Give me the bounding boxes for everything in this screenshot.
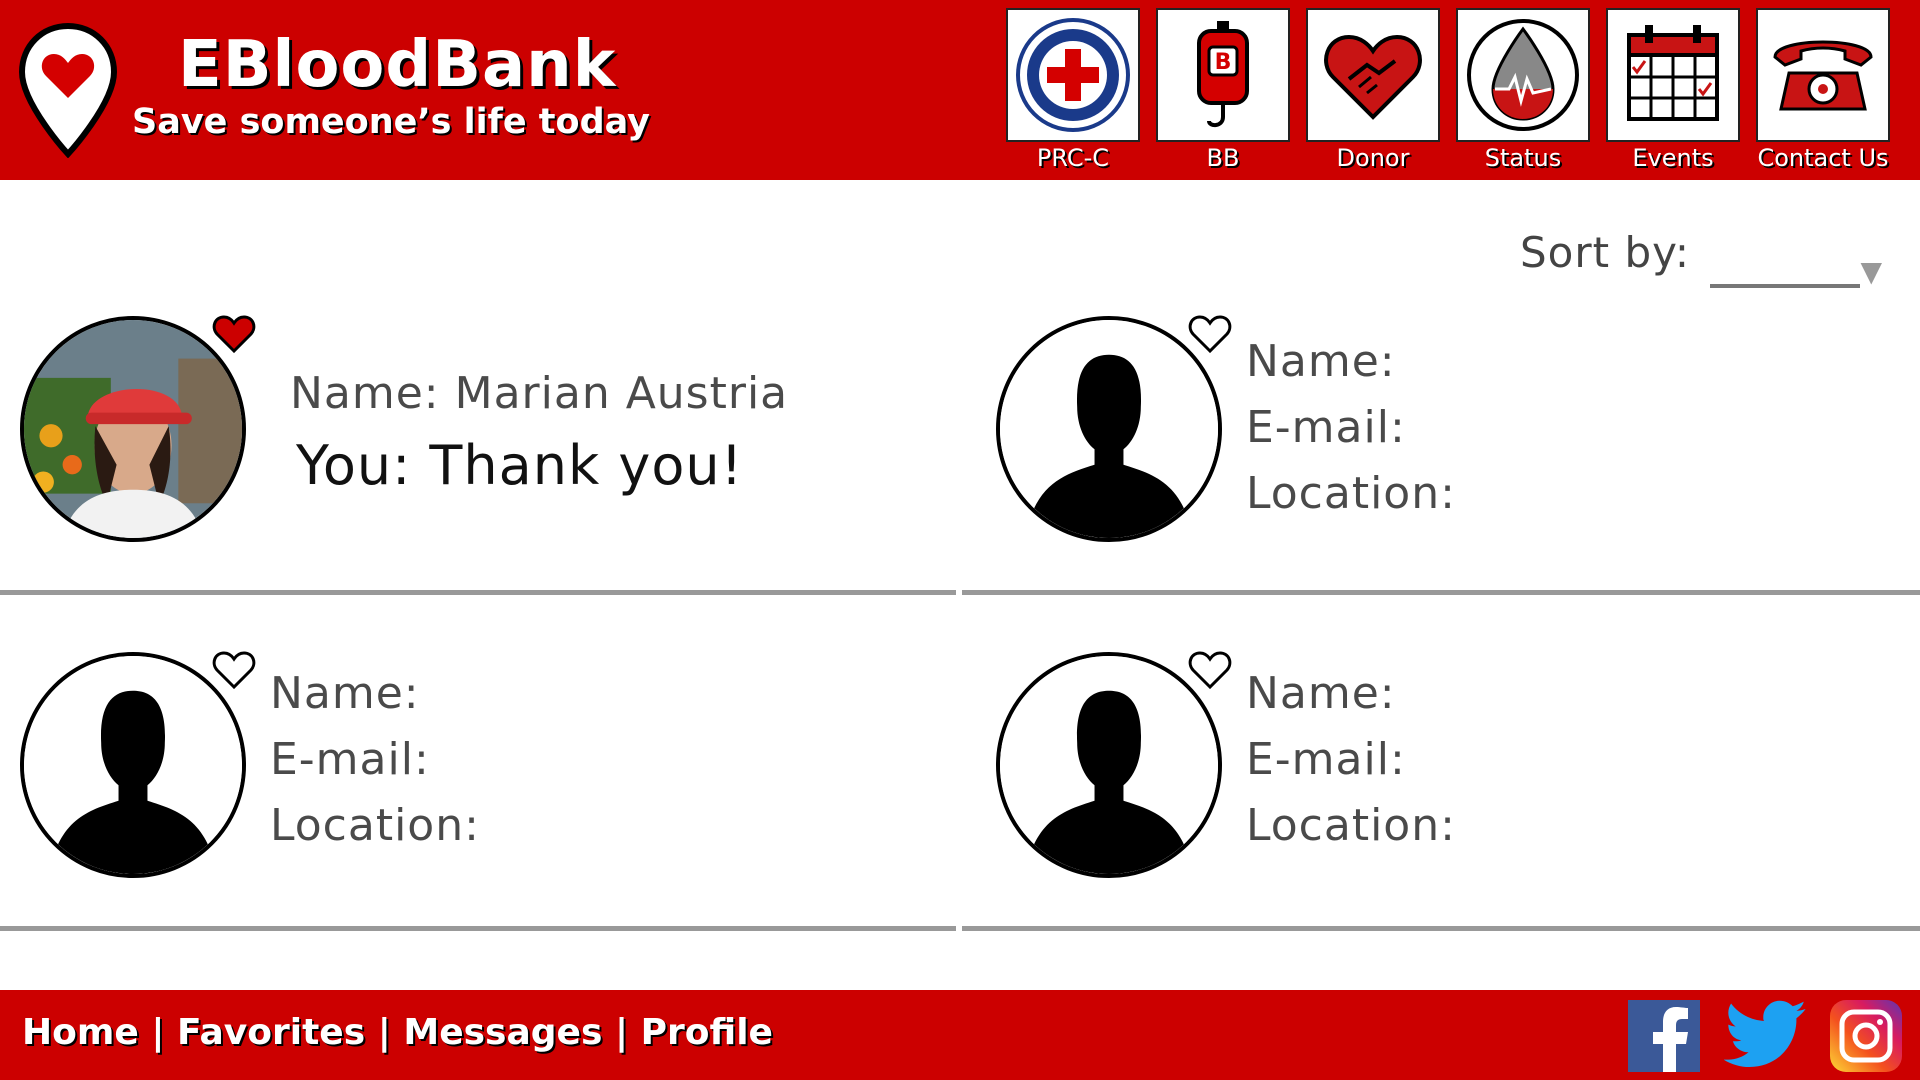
card-divider	[0, 590, 956, 595]
nav-status[interactable]: Status	[1456, 8, 1590, 178]
red-cross-icon[interactable]	[1006, 8, 1140, 142]
footer-separator: |	[377, 1012, 404, 1053]
sort-label: Sort by:	[1520, 228, 1691, 277]
app-tagline: Save someone’s life today	[132, 102, 650, 142]
chevron-down-icon[interactable]: ▼	[1860, 258, 1882, 286]
blood-drop-icon[interactable]	[1456, 8, 1590, 142]
facebook-icon[interactable]	[1628, 1000, 1700, 1072]
contact-card[interactable]: Name: E-mail: Location:	[976, 310, 1920, 646]
nav-label: PRC-C	[1036, 144, 1110, 172]
nav-contact-us[interactable]: Contact Us	[1756, 8, 1890, 178]
nav-label: Status	[1484, 144, 1562, 172]
sort-underline	[1710, 284, 1860, 288]
telephone-icon[interactable]	[1756, 8, 1890, 142]
contact-card[interactable]: Name: Marian Austria You: Thank you!	[0, 310, 956, 646]
footer-link-home[interactable]: Home	[22, 1012, 139, 1053]
footer-link-favorites[interactable]: Favorites	[177, 1012, 365, 1053]
footer-separator: |	[151, 1012, 178, 1053]
favorite-heart-outline-icon[interactable]	[1188, 314, 1232, 354]
blood-bag-icon[interactable]: B	[1156, 8, 1290, 142]
contact-location-label: Location:	[1246, 800, 1456, 851]
card-divider	[962, 926, 1920, 931]
app-title: EBloodBank	[178, 28, 617, 102]
nav-donor[interactable]: Donor	[1306, 8, 1440, 178]
favorite-heart-outline-icon[interactable]	[1188, 650, 1232, 690]
contact-location-label: Location:	[270, 800, 480, 851]
nav-label: Donor	[1336, 144, 1410, 172]
calendar-icon[interactable]	[1606, 8, 1740, 142]
nav-events[interactable]: Events	[1606, 8, 1740, 178]
contact-name-label: Name:	[270, 668, 420, 719]
card-divider	[0, 926, 956, 931]
contact-card[interactable]: Name: E-mail: Location:	[976, 646, 1920, 982]
contact-email-label: E-mail:	[1246, 734, 1406, 785]
card-divider	[962, 590, 1920, 595]
instagram-icon[interactable]	[1830, 1000, 1902, 1072]
favorite-heart-outline-icon[interactable]	[212, 650, 256, 690]
nav-prc-c[interactable]: PRC-C	[1006, 8, 1140, 178]
contact-card[interactable]: Name: E-mail: Location:	[0, 646, 956, 982]
svg-text:B: B	[1215, 50, 1232, 75]
contact-email-label: E-mail:	[270, 734, 430, 785]
footer-bar: Home | Favorites | Messages | Profile	[0, 990, 1920, 1080]
twitter-icon[interactable]	[1724, 1000, 1808, 1072]
nav-bb[interactable]: B BB	[1156, 8, 1290, 178]
favorite-heart-icon[interactable]	[212, 314, 256, 354]
contact-email-label: E-mail:	[1246, 402, 1406, 453]
location-heart-icon	[18, 22, 118, 159]
last-message: You: Thank you!	[296, 434, 744, 497]
heart-handshake-icon[interactable]	[1306, 8, 1440, 142]
contact-name-label: Name:	[1246, 336, 1396, 387]
nav-label: Events	[1632, 144, 1714, 172]
contact-location-label: Location:	[1246, 468, 1456, 519]
contact-name: Name: Marian Austria	[290, 368, 789, 419]
nav-label: BB	[1206, 144, 1240, 172]
footer-link-messages[interactable]: Messages	[403, 1012, 602, 1053]
footer-link-profile[interactable]: Profile	[641, 1012, 773, 1053]
footer-separator: |	[614, 1012, 641, 1053]
header-bar: EBloodBank Save someone’s life today PRC…	[0, 0, 1920, 180]
nav-label: Contact Us	[1757, 144, 1889, 172]
contact-name-label: Name:	[1246, 668, 1396, 719]
footer-nav: Home | Favorites | Messages | Profile	[22, 1012, 773, 1053]
sort-dropdown[interactable]: ▼	[1710, 238, 1888, 290]
